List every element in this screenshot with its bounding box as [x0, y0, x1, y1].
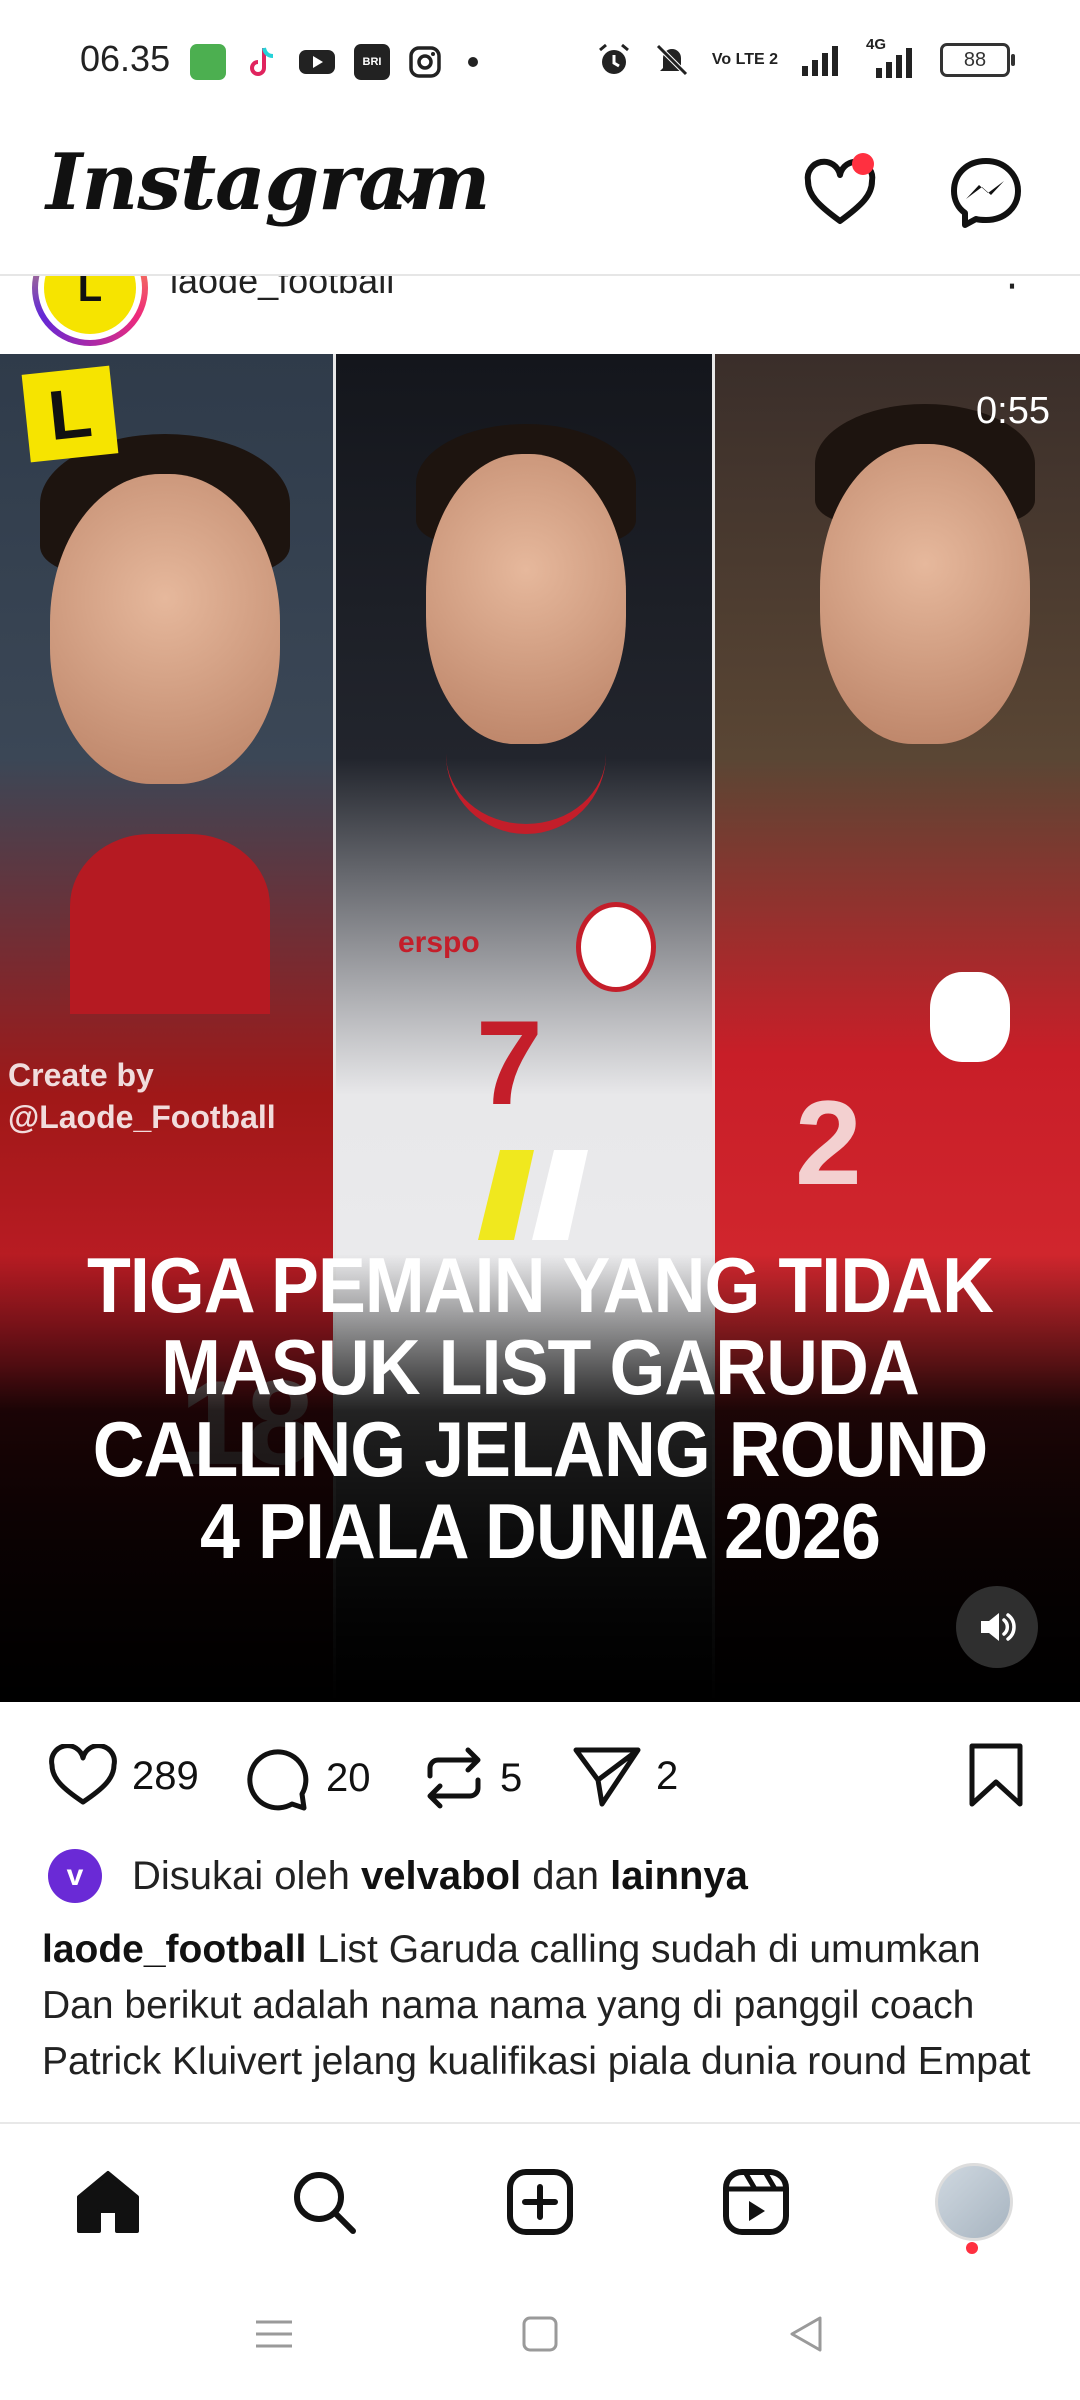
- system-navigation: [0, 2272, 1080, 2400]
- watermark: Create by @Laode_Football: [8, 1057, 276, 1135]
- post-caption[interactable]: laode_football List Garuda calling sudah…: [42, 1922, 1042, 2122]
- menu-icon[interactable]: [252, 2312, 296, 2356]
- system-status-icons: Vo LTE 2 4G 88: [596, 36, 1015, 78]
- signal-4g-icon: 4G: [866, 36, 918, 78]
- like-action[interactable]: 289: [48, 1744, 199, 1808]
- repost-icon[interactable]: [422, 1744, 486, 1812]
- comment-icon[interactable]: [244, 1744, 312, 1812]
- volte-indicator: Vo LTE 2: [711, 51, 778, 68]
- alarm-icon: [598, 43, 629, 74]
- liked-by-row[interactable]: v Disukai oleh velvabol dan lainnya: [48, 1848, 748, 1904]
- share-count[interactable]: 2: [656, 1754, 678, 1799]
- bell-muted-icon: [656, 44, 688, 76]
- nav-reels[interactable]: [716, 2162, 796, 2242]
- liker-avatar: v: [48, 1849, 102, 1903]
- liked-by-and: dan: [532, 1853, 599, 1898]
- battery-level: 88: [963, 48, 987, 71]
- nav-profile[interactable]: [934, 2162, 1014, 2242]
- post-video[interactable]: 18 erspo 7 2 L 0:55 Create by @Laode_Foo…: [0, 354, 1080, 1702]
- volume-button[interactable]: [956, 1586, 1038, 1668]
- more-options-icon[interactable]: ⋮: [992, 276, 1032, 292]
- garuda-badge-icon: [576, 902, 656, 992]
- repost-count[interactable]: 5: [500, 1756, 522, 1801]
- liked-by-others[interactable]: lainnya: [610, 1854, 748, 1899]
- liked-by-prefix: Disukai oleh: [132, 1853, 350, 1898]
- video-duration: 0:55: [976, 390, 1050, 432]
- share-action[interactable]: 2: [572, 1744, 678, 1808]
- video-headline: TIGA PEMAIN YANG TIDAK MASUK LIST GARUDA…: [86, 1241, 994, 1575]
- liked-by-user[interactable]: velvabol: [361, 1854, 521, 1899]
- repost-action[interactable]: 5: [422, 1744, 522, 1812]
- messenger-icon[interactable]: [946, 153, 1026, 233]
- caption-username[interactable]: laode_football: [42, 1928, 306, 1971]
- nav-search[interactable]: [284, 2162, 364, 2242]
- bottom-nav: [0, 2122, 1080, 2274]
- back-icon[interactable]: [784, 2312, 828, 2356]
- profile-notification-dot: [966, 2242, 978, 2254]
- quote-mark-icon: [478, 1150, 588, 1240]
- post-username[interactable]: laode_football: [170, 276, 394, 302]
- tiktok-icon: [250, 47, 274, 76]
- notification-icons: BRI: [190, 44, 478, 80]
- like-count[interactable]: 289: [132, 1754, 199, 1799]
- search-icon[interactable]: [289, 2167, 359, 2237]
- nav-create[interactable]: [500, 2162, 580, 2242]
- battery-icon: 88: [940, 43, 1015, 77]
- jersey-number-center: 7: [476, 996, 543, 1130]
- app-notification-icon: [190, 44, 226, 80]
- top-nav: Instagram: [0, 125, 1080, 275]
- comment-count[interactable]: 20: [326, 1756, 371, 1801]
- youtube-icon: [299, 50, 335, 74]
- garuda-badge-icon-right: [930, 972, 1010, 1062]
- bri-icon: BRI: [354, 44, 390, 80]
- post-actions: 289 20 5 2: [0, 1720, 1080, 1832]
- signal-icon: [802, 46, 838, 76]
- post-header: L laode_football ⋮: [0, 276, 1080, 354]
- jersey-number-right: 2: [795, 1076, 862, 1210]
- create-post-icon[interactable]: [505, 2167, 575, 2237]
- home-icon[interactable]: [73, 2167, 143, 2237]
- profile-avatar[interactable]: [935, 2163, 1013, 2241]
- share-icon[interactable]: [572, 1744, 642, 1808]
- status-bar: 06.35 BRI Vo LTE 2 4G 88: [0, 0, 1080, 125]
- heart-icon[interactable]: [48, 1744, 118, 1808]
- more-notifications-dot: [468, 57, 478, 67]
- post-avatar-image: L: [44, 276, 136, 334]
- nav-home[interactable]: [68, 2162, 148, 2242]
- status-time: 06.35: [80, 38, 171, 79]
- jersey-brand: erspo: [398, 926, 480, 959]
- chevron-down-icon[interactable]: [390, 177, 426, 213]
- bookmark-icon[interactable]: [966, 1742, 1026, 1808]
- speaker-icon: [981, 1613, 1016, 1641]
- instagram-status-icon: [409, 46, 441, 78]
- laode-logo: L: [21, 365, 119, 463]
- home-button-icon[interactable]: [518, 2312, 562, 2356]
- comment-action[interactable]: 20: [244, 1744, 371, 1812]
- notification-badge: [852, 153, 874, 175]
- reels-icon[interactable]: [721, 2167, 791, 2237]
- post-avatar[interactable]: L: [32, 276, 148, 346]
